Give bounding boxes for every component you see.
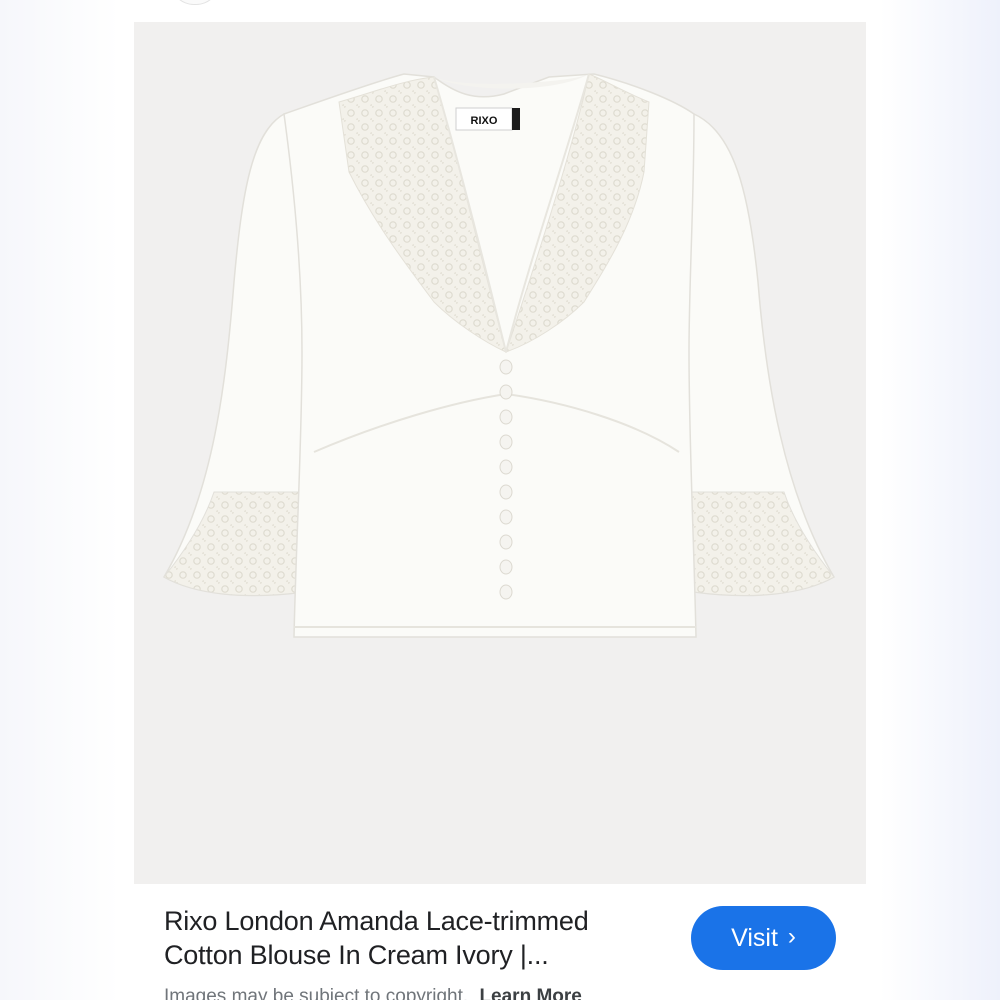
blouse-illustration: RIXO [162,73,836,638]
copyright-text: Images may be subject to copyright. [164,986,469,1000]
learn-more-link[interactable]: Learn More [479,986,581,1000]
product-image[interactable]: RIXO [134,22,866,884]
chevron-right-icon: › [787,923,796,950]
result-title-line-1: Rixo London Amanda Lace-trimmed [164,906,589,936]
visit-button-label: Visit [731,923,778,952]
image-result-card: RIXO Rixo London Amanda Lace-trimmed Cot… [134,0,866,1000]
result-caption: Rixo London Amanda Lace-trimmed Cotton B… [134,884,866,1000]
card-top-strip [134,0,866,22]
result-title-line-2: Cotton Blouse In Cream Ivory |... [164,940,549,970]
source-avatar[interactable] [170,0,220,5]
visit-button[interactable]: Visit › [691,906,836,970]
brand-tag-text: RIXO [471,115,498,127]
copyright-notice: Images may be subject to copyright. Lear… [164,986,582,1000]
brand-tag: RIXO [455,107,520,131]
result-title[interactable]: Rixo London Amanda Lace-trimmed Cotton B… [164,904,664,972]
